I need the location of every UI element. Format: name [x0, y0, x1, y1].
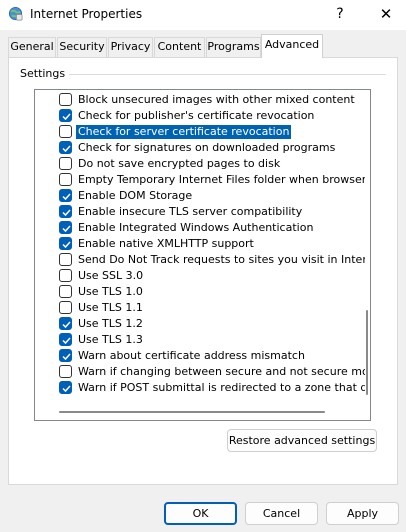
setting-label: Enable Integrated Windows Authentication [78, 221, 314, 234]
tab-strip: General Security Privacy Content Program… [0, 30, 406, 58]
checkmark-icon [62, 385, 71, 393]
setting-label: Use TLS 1.0 [78, 285, 143, 298]
setting-checkbox[interactable] [59, 237, 72, 250]
setting-checkbox[interactable] [59, 125, 72, 138]
setting-checkbox[interactable] [59, 157, 72, 170]
setting-checkbox[interactable] [59, 141, 72, 154]
setting-row[interactable]: Warn if POST submittal is redirected to … [35, 380, 365, 396]
setting-checkbox[interactable] [59, 301, 72, 314]
help-button[interactable]: ? [322, 0, 358, 28]
setting-label: Use TLS 1.1 [78, 301, 143, 314]
checkmark-icon [62, 321, 71, 329]
setting-label: Empty Temporary Internet Files folder wh… [78, 173, 365, 186]
vertical-scroll-thumb[interactable] [366, 310, 368, 395]
tab-privacy[interactable]: Privacy [108, 37, 153, 57]
setting-row[interactable]: Use TLS 1.1 [35, 300, 365, 316]
checkmark-icon [62, 113, 71, 121]
setting-checkbox[interactable] [59, 285, 72, 298]
setting-checkbox[interactable] [59, 109, 72, 122]
setting-row[interactable]: Enable native XMLHTTP support [35, 236, 365, 252]
setting-label: Enable insecure TLS server compatibility [78, 205, 303, 218]
setting-label: Check for publisher's certificate revoca… [78, 109, 315, 122]
settings-group-label: Settings [20, 67, 70, 80]
tab-content[interactable]: Content [154, 37, 205, 57]
setting-label: Warn if POST submittal is redirected to … [78, 381, 365, 394]
setting-label: Warn if changing between secure and not … [78, 365, 365, 378]
setting-row[interactable]: Use TLS 1.0 [35, 284, 365, 300]
setting-checkbox[interactable] [59, 189, 72, 202]
setting-row[interactable]: Warn about certificate address mismatch [35, 348, 365, 364]
setting-checkbox[interactable] [59, 317, 72, 330]
setting-row[interactable]: Check for server certificate revocation [35, 124, 365, 140]
setting-label: Send Do Not Track requests to sites you … [78, 253, 365, 266]
checkmark-icon [62, 193, 71, 201]
setting-checkbox[interactable] [59, 253, 72, 266]
checkmark-icon [62, 225, 71, 233]
setting-checkbox[interactable] [59, 221, 72, 234]
tab-programs[interactable]: Programs [206, 37, 261, 57]
window-title: Internet Properties [30, 7, 143, 21]
horizontal-scrollbar[interactable] [35, 406, 365, 418]
setting-checkbox[interactable] [59, 365, 72, 378]
settings-group-divider [68, 74, 386, 75]
setting-row[interactable]: Check for publisher's certificate revoca… [35, 108, 365, 124]
setting-row[interactable]: Warn if changing between secure and not … [35, 364, 365, 380]
setting-checkbox[interactable] [59, 349, 72, 362]
setting-label: Use SSL 3.0 [78, 269, 144, 282]
close-button[interactable]: ✕ [366, 0, 406, 28]
setting-row[interactable]: Send Do Not Track requests to sites you … [35, 252, 365, 268]
tab-advanced[interactable]: Advanced [261, 34, 323, 58]
setting-row[interactable]: Enable DOM Storage [35, 188, 365, 204]
setting-checkbox[interactable] [59, 205, 72, 218]
ok-button[interactable]: OK [164, 502, 237, 525]
setting-row[interactable]: Use TLS 1.2 [35, 316, 365, 332]
setting-label: Check for server certificate revocation [76, 125, 292, 139]
setting-row[interactable]: Do not save encrypted pages to disk [35, 156, 365, 172]
setting-row[interactable]: Check for signatures on downloaded progr… [35, 140, 365, 156]
setting-label: Use TLS 1.2 [78, 317, 143, 330]
setting-row[interactable]: Use TLS 1.3 [35, 332, 365, 348]
restore-advanced-settings-button[interactable]: Restore advanced settings [227, 429, 377, 452]
cancel-button[interactable]: Cancel [245, 502, 318, 525]
checkmark-icon [62, 145, 71, 153]
setting-row[interactable]: Enable insecure TLS server compatibility [35, 204, 365, 220]
checkmark-icon [62, 337, 71, 345]
setting-label: Warn about certificate address mismatch [78, 349, 305, 362]
setting-row[interactable]: Block unsecured images with other mixed … [35, 92, 365, 108]
tab-general[interactable]: General [8, 37, 56, 57]
setting-label: Do not save encrypted pages to disk [78, 157, 281, 170]
setting-label: Block unsecured images with other mixed … [78, 93, 355, 106]
settings-listbox[interactable]: Block unsecured images with other mixed … [34, 89, 371, 421]
tab-security[interactable]: Security [57, 37, 107, 57]
apply-button[interactable]: Apply [326, 502, 399, 525]
vertical-scrollbar[interactable] [364, 90, 370, 420]
setting-checkbox[interactable] [59, 333, 72, 346]
setting-label: Enable native XMLHTTP support [78, 237, 254, 250]
title-bar: Internet Properties ? ✕ [0, 0, 406, 30]
setting-label: Enable DOM Storage [78, 189, 193, 202]
setting-row[interactable]: Enable Integrated Windows Authentication [35, 220, 365, 236]
checkmark-icon [62, 353, 71, 361]
setting-checkbox[interactable] [59, 93, 72, 106]
internet-properties-icon [8, 6, 23, 21]
setting-label: Check for signatures on downloaded progr… [78, 141, 336, 154]
setting-checkbox[interactable] [59, 269, 72, 282]
checkmark-icon [62, 241, 71, 249]
horizontal-scroll-thumb[interactable] [59, 411, 325, 413]
setting-label: Use TLS 1.3 [78, 333, 143, 346]
setting-row[interactable]: Use SSL 3.0 [35, 268, 365, 284]
setting-row[interactable]: Empty Temporary Internet Files folder wh… [35, 172, 365, 188]
setting-checkbox[interactable] [59, 173, 72, 186]
setting-checkbox[interactable] [59, 381, 72, 394]
checkmark-icon [62, 209, 71, 217]
